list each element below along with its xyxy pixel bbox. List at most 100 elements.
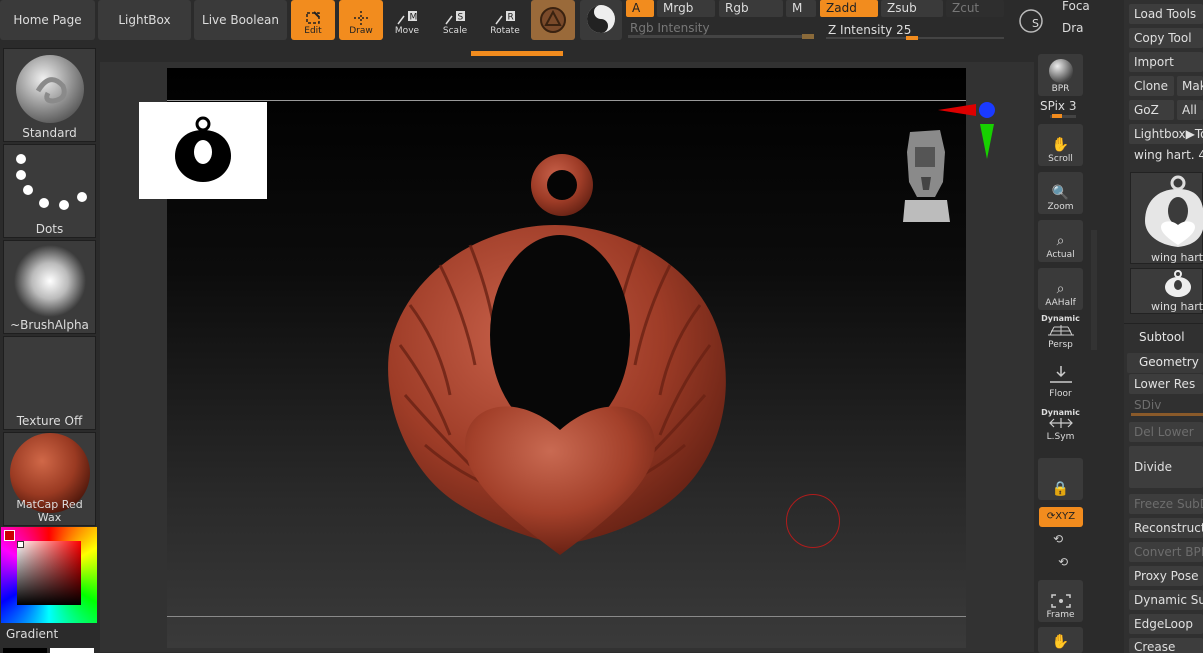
load-tools-button[interactable]: Load Tools — [1129, 4, 1203, 24]
frame-label: Frame — [1046, 610, 1075, 620]
bpr-sphere-icon — [1048, 59, 1073, 83]
draw-button[interactable]: Draw — [339, 0, 383, 40]
tool-thumbnail-1[interactable]: wing hart — [1130, 172, 1203, 264]
lower-res-label: Lower Res — [1134, 377, 1196, 391]
copy-tool-button[interactable]: Copy Tool — [1129, 28, 1203, 48]
crease-button[interactable]: Crease — [1129, 638, 1203, 653]
move-view-button[interactable]: ✋ — [1038, 627, 1083, 653]
rotate-button[interactable]: R Rotate — [483, 0, 527, 40]
sdiv-slider[interactable]: SDiv — [1129, 397, 1203, 419]
pendant-model[interactable] — [370, 145, 740, 565]
material-button[interactable]: MatCap Red Wax — [3, 432, 96, 526]
dynamic-sub-label: Dynamic Sub — [1134, 593, 1203, 607]
make-button[interactable]: Mak — [1177, 76, 1203, 96]
current-tool-name: wing hart. 4 — [1134, 148, 1203, 162]
edit-icon — [306, 11, 320, 24]
aahalf-button[interactable]: ⌕ AAHalf — [1038, 268, 1083, 310]
floor-icon — [1049, 366, 1072, 383]
zoom-button[interactable]: 🔍 Zoom — [1038, 172, 1083, 214]
xyz-label: XYZ — [1055, 511, 1076, 522]
color-picker-button[interactable] — [580, 0, 622, 40]
main-color-swatch[interactable] — [4, 530, 15, 541]
frame-button[interactable]: Frame — [1038, 580, 1083, 622]
primary-color-swatch[interactable] — [50, 648, 94, 653]
proxy-pose-button[interactable]: Proxy Pose — [1129, 566, 1203, 586]
z-intensity-slider[interactable]: Z Intensity 25 — [824, 20, 1006, 40]
xyz-button[interactable]: ⟳XYZ — [1039, 507, 1083, 527]
import-button[interactable]: Import — [1129, 52, 1203, 72]
z-rotate-icon[interactable]: ⟲ — [1058, 555, 1068, 569]
rgb-intensity-handle[interactable] — [802, 34, 814, 39]
persp-button[interactable]: Dynamic Persp — [1038, 314, 1083, 354]
zsub-toggle[interactable]: Zsub — [881, 0, 943, 17]
clone-button[interactable]: Clone — [1129, 76, 1174, 96]
spix-control[interactable]: SPix 3 — [1040, 99, 1084, 119]
rgb-intensity-label: Rgb Intensity — [630, 21, 710, 35]
stroke-dots-button[interactable]: Dots — [3, 144, 96, 238]
brush-alpha-button[interactable]: ~BrushAlpha — [3, 240, 96, 334]
tool-thumbnail-2[interactable]: wing hart — [1130, 268, 1203, 314]
lightbox-tools-button[interactable]: Lightbox▶To — [1129, 124, 1203, 144]
zadd-toggle[interactable]: Zadd — [820, 0, 878, 17]
home-page-label: Home Page — [13, 13, 82, 27]
focal-shift-control[interactable]: S — [1013, 4, 1053, 38]
progress-marker — [471, 51, 563, 56]
mrgb-toggle[interactable]: Mrgb — [657, 0, 715, 17]
floor-label: Floor — [1049, 389, 1072, 399]
texture-button[interactable]: Texture Off — [3, 336, 96, 430]
axis-gizmo[interactable] — [936, 98, 1000, 162]
zcut-toggle[interactable]: Zcut — [946, 0, 1004, 17]
z-intensity-handle[interactable] — [906, 36, 918, 40]
m-toggle[interactable]: M — [786, 0, 816, 17]
x-axis-icon — [938, 104, 976, 116]
lsym-label: L.Sym — [1046, 432, 1075, 442]
scale-button[interactable]: S Scale — [433, 0, 477, 40]
convert-bpr-button[interactable]: Convert BPR — [1129, 542, 1203, 562]
saturation-square[interactable] — [17, 541, 81, 605]
edit-button[interactable]: Edit — [291, 0, 335, 40]
spix-handle[interactable] — [1052, 114, 1062, 118]
scroll-button[interactable]: ✋ Scroll — [1038, 124, 1083, 166]
del-lower-button[interactable]: Del Lower — [1129, 422, 1203, 442]
subtool-header[interactable]: Subtool — [1139, 330, 1185, 344]
move-button[interactable]: M Move — [385, 0, 429, 40]
dynamic-subdiv-button[interactable]: Dynamic Sub — [1129, 590, 1203, 610]
a-toggle[interactable]: A — [626, 0, 654, 17]
home-page-button[interactable]: Home Page — [0, 0, 95, 40]
color-cursor[interactable] — [17, 541, 24, 548]
lightbox-button[interactable]: LightBox — [98, 0, 191, 40]
lower-res-button[interactable]: Lower Res — [1129, 374, 1203, 394]
brush-alpha-label: ~BrushAlpha — [10, 318, 89, 332]
live-boolean-button[interactable]: Live Boolean — [194, 0, 287, 40]
goz-button[interactable]: GoZ — [1129, 100, 1174, 120]
color-picker[interactable] — [1, 527, 97, 623]
transp-button[interactable]: 🔒 — [1038, 458, 1083, 500]
actual-button[interactable]: ⌕ Actual — [1038, 220, 1083, 262]
move-label: Move — [394, 26, 420, 36]
material-swatch-button[interactable] — [531, 0, 575, 40]
reconstruct-button[interactable]: Reconstruct — [1129, 518, 1203, 538]
floor-button[interactable]: Floor — [1038, 362, 1083, 402]
edgeloop-label: EdgeLoop — [1134, 617, 1193, 631]
persp-label: Persp — [1048, 340, 1073, 350]
brush-standard-button[interactable]: Standard — [3, 48, 96, 142]
shelf-scrollbar[interactable] — [1091, 230, 1097, 350]
y-rotate-icon[interactable]: ⟲ — [1053, 532, 1063, 546]
secondary-color-swatch[interactable] — [3, 648, 47, 653]
lsym-button[interactable]: Dynamic L.Sym — [1038, 408, 1083, 450]
divide-button[interactable]: Divide — [1129, 446, 1203, 488]
rgb-toggle[interactable]: Rgb — [719, 0, 783, 17]
del-lower-label: Del Lower — [1134, 425, 1194, 439]
reconstruct-label: Reconstruct — [1134, 521, 1203, 535]
freeze-subdiv-button[interactable]: Freeze SubD — [1129, 494, 1203, 514]
bpr-label: BPR — [1051, 84, 1070, 94]
rgb-intensity-slider[interactable]: Rgb Intensity — [626, 20, 816, 39]
all-button[interactable]: All — [1177, 100, 1203, 120]
rgb-intensity-track — [628, 35, 814, 38]
geometry-header[interactable]: Geometry — [1127, 353, 1203, 373]
goz-label: GoZ — [1134, 103, 1159, 117]
reference-image — [139, 102, 267, 199]
edgeloop-button[interactable]: EdgeLoop — [1129, 614, 1203, 634]
dynamic-label-2: Dynamic — [1041, 408, 1080, 417]
bpr-button[interactable]: BPR — [1038, 54, 1083, 96]
